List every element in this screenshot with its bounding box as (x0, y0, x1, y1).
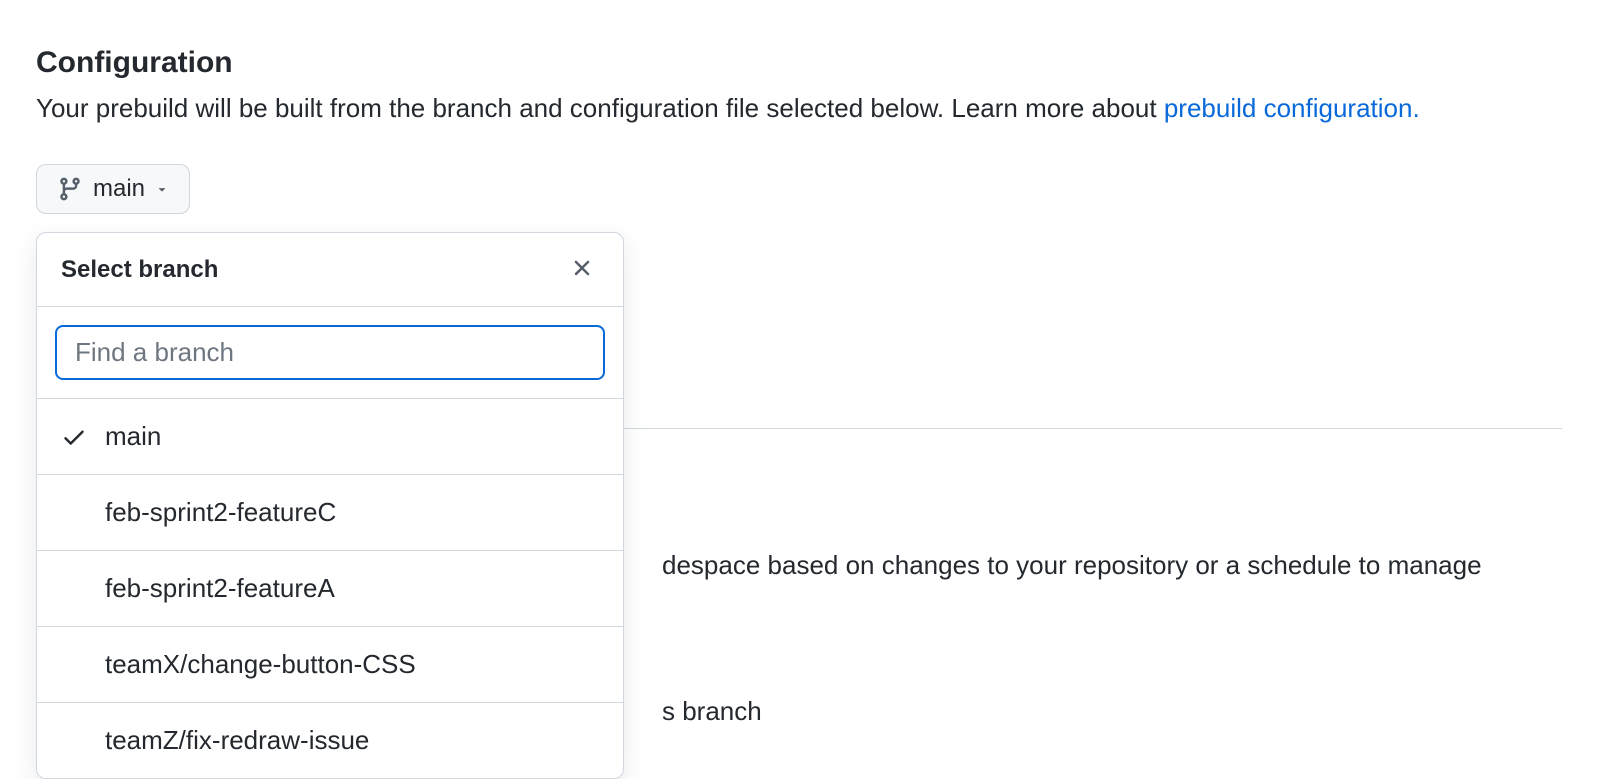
selected-branch-label: main (93, 175, 145, 203)
configuration-description: Your prebuild will be built from the bra… (36, 89, 1562, 128)
branch-name-label: teamX/change-button-CSS (105, 645, 599, 684)
branch-selector-button[interactable]: main (36, 164, 190, 214)
branch-list: main feb-sprint2-featureC feb-sprint2-fe… (37, 399, 623, 778)
branch-item-main[interactable]: main (37, 399, 623, 475)
close-button[interactable] (565, 251, 599, 288)
search-container (37, 307, 623, 399)
branch-name-label: feb-sprint2-featureA (105, 569, 599, 608)
description-text: Your prebuild will be built from the bra… (36, 93, 1164, 123)
check-icon (61, 424, 105, 450)
branch-name-label: teamZ/fix-redraw-issue (105, 721, 599, 760)
git-branch-icon (57, 176, 83, 202)
branch-dropdown-popup: Select branch main (36, 232, 624, 779)
close-icon (569, 255, 595, 284)
partial-background-text: despace based on changes to your reposit… (662, 546, 1482, 585)
branch-search-input[interactable] (55, 325, 605, 380)
branch-item-feb-sprint2-featurea[interactable]: feb-sprint2-featureA (37, 551, 623, 627)
triangle-down-icon (155, 182, 169, 196)
dropdown-title: Select branch (61, 252, 218, 288)
partial-background-text: s branch (662, 692, 762, 731)
configuration-heading: Configuration (36, 40, 1562, 85)
branch-name-label: feb-sprint2-featureC (105, 493, 599, 532)
branch-item-feb-sprint2-featurec[interactable]: feb-sprint2-featureC (37, 475, 623, 551)
prebuild-config-link[interactable]: prebuild configuration. (1164, 93, 1420, 123)
branch-item-teamx-change-button-css[interactable]: teamX/change-button-CSS (37, 627, 623, 703)
dropdown-header: Select branch (37, 233, 623, 307)
branch-name-label: main (105, 417, 599, 456)
branch-item-teamz-fix-redraw-issue[interactable]: teamZ/fix-redraw-issue (37, 703, 623, 778)
